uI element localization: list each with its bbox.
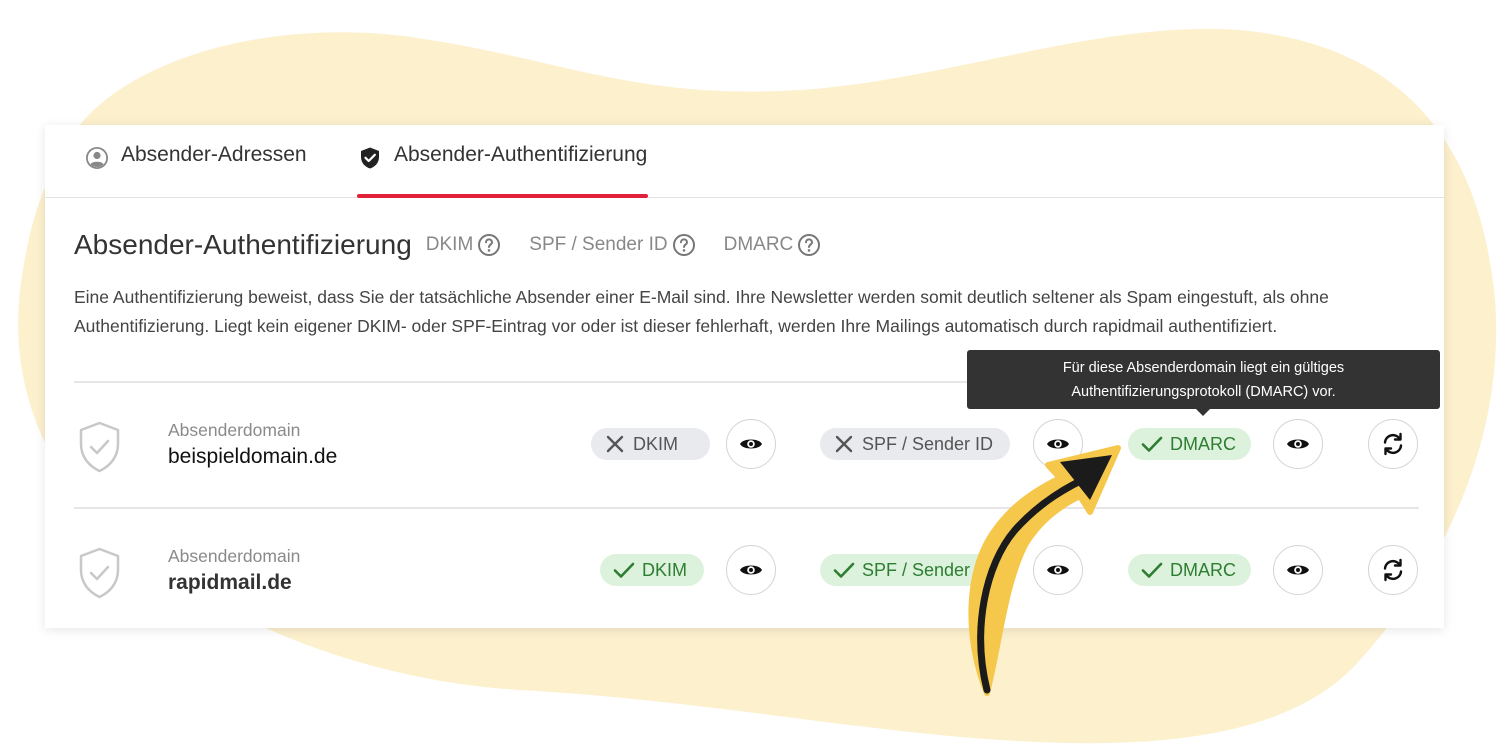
dmarc-tooltip: Für diese Absenderdomain liegt ein gülti… <box>967 350 1440 416</box>
divider <box>74 507 1419 509</box>
info-label: DKIM <box>425 234 474 255</box>
help-icon <box>798 234 821 256</box>
eye-icon <box>740 565 762 575</box>
view-dkim-button[interactable] <box>726 419 776 469</box>
shield-outline-icon <box>79 547 120 599</box>
badge-label: SPF / Sender ID <box>862 559 994 580</box>
eye-icon <box>740 439 762 449</box>
spf-status-badge: SPF / Sender ID <box>820 428 1010 460</box>
shield-outline-icon <box>79 421 120 473</box>
tooltip-line: Für diese Absenderdomain liegt ein gülti… <box>1062 360 1345 376</box>
user-circle-icon <box>86 147 108 169</box>
shield-check-icon <box>361 147 379 169</box>
active-tab-indicator <box>357 194 649 198</box>
dmarc-status-badge: DMARC <box>1128 428 1251 460</box>
view-spf-button[interactable] <box>1033 545 1083 595</box>
info-spf[interactable]: SPF / Sender ID <box>529 233 695 257</box>
help-icon <box>478 234 501 256</box>
dkim-status-badge: DKIM <box>600 554 704 586</box>
domain-row: Absenderdomain rapidmail.de DKIM SPF / S… <box>45 513 1444 623</box>
badge-label: DMARC <box>1170 433 1236 454</box>
tab-label: Absender-Adressen <box>121 143 307 166</box>
checkmark-icon <box>613 562 635 578</box>
tab-bar: Absender-Adressen Absender-Authentifizie… <box>45 125 1444 198</box>
badge-label: DMARC <box>1170 559 1236 580</box>
tab-label: Absender-Authentifizierung <box>394 143 648 166</box>
domain-label: Absenderdomain <box>168 420 301 440</box>
view-dmarc-button[interactable] <box>1273 545 1323 595</box>
info-dmarc[interactable]: DMARC <box>724 233 822 257</box>
eye-icon <box>1287 565 1309 575</box>
info-dkim[interactable]: DKIM <box>426 233 502 257</box>
refresh-icon <box>1383 558 1403 582</box>
cross-icon <box>835 435 853 453</box>
tab-absender-adressen[interactable]: Absender-Adressen <box>85 143 307 198</box>
domain-name: beispieldomain.de <box>168 445 338 468</box>
checkmark-icon <box>1141 562 1163 578</box>
cross-icon <box>606 435 624 453</box>
tab-absender-authentifizierung[interactable]: Absender-Authentifizierung <box>357 143 649 198</box>
checkmark-icon <box>1141 436 1163 452</box>
spf-status-badge: SPF / Sender ID <box>820 554 1010 586</box>
eye-icon <box>1047 439 1069 449</box>
view-spf-button[interactable] <box>1033 419 1083 469</box>
info-label: SPF / Sender ID <box>529 234 668 255</box>
badge-label: DKIM <box>633 433 678 454</box>
page-title: Absender-Authentifizierung <box>74 229 412 260</box>
section-header: Absender-Authentifizierung DKIM SPF / Se… <box>74 229 821 261</box>
badge-label: SPF / Sender ID <box>862 433 994 454</box>
refresh-button[interactable] <box>1368 545 1418 595</box>
dmarc-status-badge: DMARC <box>1128 554 1251 586</box>
domain-name: rapidmail.de <box>168 571 292 594</box>
tooltip-line: Authentifizierungsprotokoll (DMARC) vor. <box>1071 384 1336 400</box>
section-description: Eine Authentifizierung beweist, dass Sie… <box>74 287 1329 336</box>
eye-icon <box>1287 439 1309 449</box>
eye-icon <box>1047 565 1069 575</box>
dkim-status-badge: DKIM <box>591 428 710 460</box>
help-icon <box>672 234 695 256</box>
badge-label: DKIM <box>642 559 687 580</box>
refresh-button[interactable] <box>1368 419 1418 469</box>
info-label: DMARC <box>723 234 794 255</box>
view-dkim-button[interactable] <box>726 545 776 595</box>
checkmark-icon <box>833 562 855 578</box>
refresh-icon <box>1383 432 1403 456</box>
domain-label: Absenderdomain <box>168 546 301 566</box>
tooltip-caret <box>1196 409 1210 416</box>
view-dmarc-button[interactable] <box>1273 419 1323 469</box>
